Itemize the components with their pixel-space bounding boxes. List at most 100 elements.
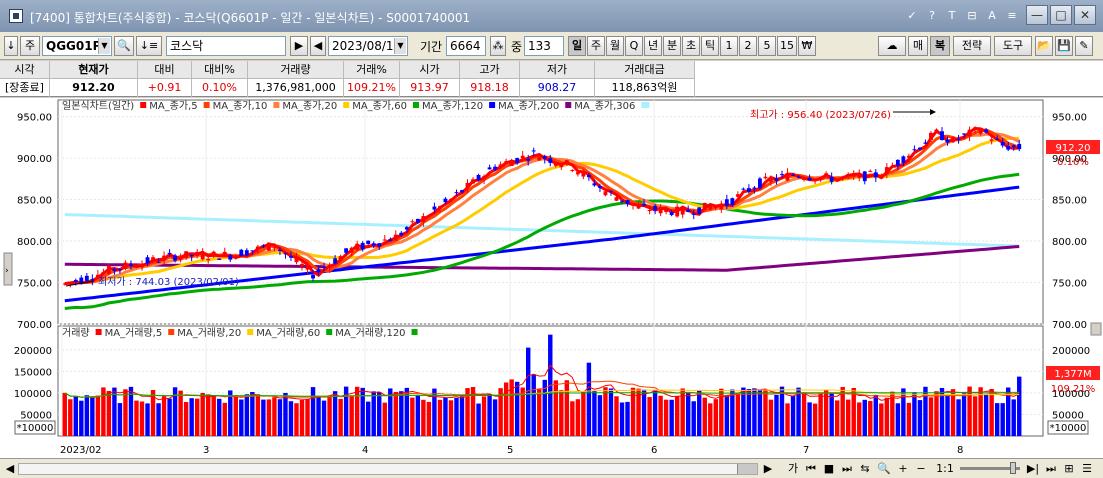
interval-1-button[interactable]: 1 <box>720 36 738 56</box>
scroll-left-button[interactable]: ◀ <box>4 461 16 477</box>
chevron-down-icon[interactable]: ▼ <box>98 38 110 54</box>
lock-icon[interactable]: ⁂ <box>490 36 506 56</box>
candle-body <box>421 215 426 222</box>
currency-button[interactable]: ₩ <box>798 36 816 56</box>
close-button[interactable]: ✕ <box>1074 5 1096 25</box>
chart-area[interactable]: › 950.00 900.00 850.00 800.00 750.00 700.00 9… <box>0 98 1103 458</box>
save-icon[interactable]: 💾 <box>1055 36 1073 56</box>
zoom-slider[interactable] <box>960 462 1020 474</box>
volume-bar <box>90 396 95 436</box>
volume-bar <box>211 395 216 436</box>
period-day-button[interactable]: 일 <box>568 36 586 56</box>
zoom-icon[interactable]: 🔍 <box>876 461 892 477</box>
scroll-right-button[interactable]: ▶ <box>762 461 774 477</box>
text-tool-button[interactable]: 가 <box>786 461 800 477</box>
volume-bar <box>752 388 757 436</box>
price-tick-label: 850.00 <box>1052 196 1087 207</box>
stop-icon[interactable]: ■ <box>822 461 836 477</box>
code-input[interactable]: QGG01P ▼ <box>42 36 112 56</box>
search-icon[interactable]: 🔍 <box>114 36 134 56</box>
volume-bar <box>686 393 691 436</box>
text-icon[interactable]: T <box>945 8 959 24</box>
volume-bar <box>735 393 741 436</box>
period-week-button[interactable]: 주 <box>587 36 605 56</box>
current-pct-text: 0.10% <box>1057 157 1089 168</box>
edit-icon[interactable]: ✎ <box>1075 36 1093 56</box>
play-button[interactable]: ▶ <box>290 36 308 56</box>
candle-body <box>702 202 707 210</box>
horizontal-scrollbar[interactable] <box>18 463 758 475</box>
panel-splitter-handle[interactable] <box>1090 322 1102 336</box>
volume-bar <box>674 396 680 436</box>
date-field[interactable]: 2023/08/11 ▼ <box>328 36 408 56</box>
check-icon[interactable]: ✓ <box>905 8 919 24</box>
volume-bar <box>84 395 90 436</box>
price-legend-swatch <box>273 102 280 108</box>
copy-button[interactable]: 복 <box>930 36 950 56</box>
period-quarter-button[interactable]: Q <box>625 36 643 56</box>
buy-sell-button[interactable]: 매 <box>908 36 928 56</box>
down-arrow-button[interactable]: ↓ <box>4 36 18 56</box>
low-annotation: 최저가 : 744.03 (2023/02/01) <box>98 276 239 288</box>
zoom-in-button[interactable]: + <box>896 461 910 477</box>
candle-body <box>564 160 569 165</box>
font-icon[interactable]: A <box>985 8 999 24</box>
period-tick-button[interactable]: 틱 <box>701 36 719 56</box>
stock-chart[interactable]: › 950.00 900.00 850.00 800.00 750.00 700.00 9… <box>0 98 1103 458</box>
period-second-button[interactable]: 초 <box>682 36 700 56</box>
tools-button[interactable]: 도구 <box>994 36 1032 56</box>
period-input[interactable]: 6664 <box>446 36 486 56</box>
zoom-input[interactable]: 133 <box>524 36 564 56</box>
cloud-icon[interactable]: ☁ <box>878 36 906 56</box>
help-icon[interactable]: ? <box>925 8 939 24</box>
candle-body <box>415 218 420 223</box>
menu-icon[interactable]: ≡ <box>1005 8 1019 24</box>
volume-bar <box>801 392 807 436</box>
type-select[interactable]: 주 <box>20 36 40 56</box>
candle-body <box>476 174 481 181</box>
period-year-button[interactable]: 년 <box>644 36 662 56</box>
list-icon[interactable]: ☰ <box>1080 461 1094 477</box>
skip-end-icon[interactable]: ⏭ <box>1044 461 1058 477</box>
stock-name-field[interactable]: 코스닥 <box>166 36 286 56</box>
go-end-button[interactable]: ▶| <box>1026 461 1040 477</box>
zoom-slider-thumb[interactable] <box>1010 462 1016 474</box>
maximize-button[interactable]: □ <box>1050 5 1072 25</box>
candle-body <box>559 165 564 168</box>
period-month-button[interactable]: 월 <box>606 36 624 56</box>
volume-bar <box>895 403 901 436</box>
grid-icon[interactable]: ⊞ <box>1062 461 1076 477</box>
quote-change: +0.91 <box>138 79 192 97</box>
strategy-button[interactable]: 전략 <box>953 36 991 56</box>
candle-body <box>211 251 216 254</box>
back-button[interactable]: ◀ <box>310 36 326 56</box>
candle-body <box>631 204 635 206</box>
minimize-button[interactable]: — <box>1026 5 1048 25</box>
interval-2-button[interactable]: 2 <box>739 36 757 56</box>
rewind-icon[interactable]: ⏮ <box>804 461 818 477</box>
volume-bar <box>851 387 856 436</box>
chevron-down-icon[interactable]: ▼ <box>394 38 406 54</box>
candle-body <box>906 155 911 158</box>
folder-icon[interactable]: 📂 <box>1035 36 1053 56</box>
candle-body <box>349 247 354 253</box>
candle-body <box>344 248 349 253</box>
chevron-right-icon[interactable]: › <box>5 266 9 276</box>
volume-bar <box>570 401 575 436</box>
layout-icon[interactable]: ⊟ <box>965 8 979 24</box>
date-value: 2023/08/11 <box>332 39 402 53</box>
interval-5-button[interactable]: 5 <box>758 36 776 56</box>
volume-bar <box>994 403 1000 436</box>
sort-icon[interactable]: ↓≡ <box>136 36 162 56</box>
swap-icon[interactable]: ⇆ <box>858 461 872 477</box>
period-minute-button[interactable]: 분 <box>663 36 681 56</box>
candle-body <box>90 279 95 281</box>
zoom-reset-button[interactable]: 1:1 <box>934 461 956 477</box>
interval-15-button[interactable]: 15 <box>777 36 797 56</box>
candle-body <box>752 187 757 189</box>
candle-body <box>575 172 580 175</box>
forward-icon[interactable]: ⏭ <box>840 461 854 477</box>
zoom-out-button[interactable]: − <box>914 461 928 477</box>
scrollbar-thumb[interactable] <box>737 464 757 474</box>
candle-body <box>868 170 873 172</box>
